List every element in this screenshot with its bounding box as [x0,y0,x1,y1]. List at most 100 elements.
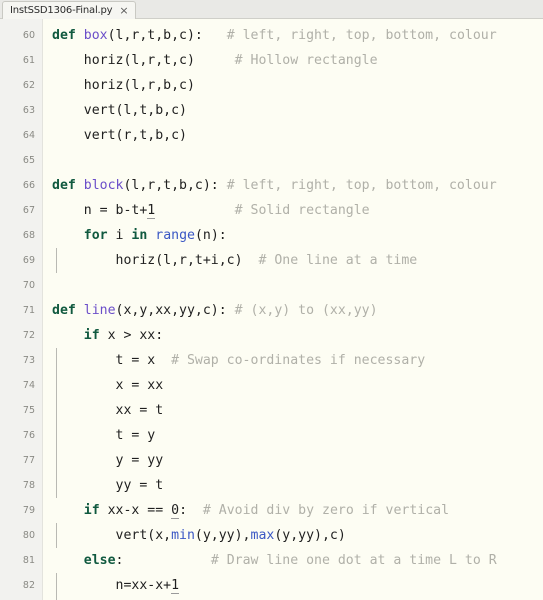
code-token-pl: (l,r,t,b,c): [123,178,219,193]
code-token-pl: y = yy [52,453,164,468]
code-editor-window: InstSSD1306-Final.py × 60 61 62 63 64 65 66 67 6… [0,0,543,600]
code-token-pl: : [179,503,188,518]
code-line[interactable]: horiz(l,r,t+i,c) # One line at a time [52,248,543,273]
line-number: 82 [22,580,35,591]
code-token-cm: # Hollow rectangle [194,53,378,68]
code-token-cm: # left, right, top, bottom, colour [218,178,497,193]
line-number: 76 [22,430,35,441]
code-token-pl: vert(r,t,b,c) [52,128,187,143]
code-token-bi: range [155,228,195,243]
line-number: 66 [22,180,35,191]
editor-tab-active[interactable]: InstSSD1306-Final.py × [2,1,136,19]
code-token-cm: # left, right, top, bottom, colour [202,28,497,43]
code-line[interactable]: def box(l,r,t,b,c): # left, right, top, … [52,23,543,48]
code-line[interactable]: for i in range(n): [52,223,543,248]
indent-guide [56,398,57,423]
line-number: 60 [22,30,35,41]
line-number: 78 [22,480,35,491]
indent-guide [56,373,57,398]
code-line[interactable]: def block(l,r,t,b,c): # left, right, top… [52,173,543,198]
code-token-kw: if [83,328,100,343]
code-line[interactable]: t = x # Swap co-ordinates if necessary [52,348,543,373]
code-token-pl: (y,yy),c) [274,528,346,543]
code-line[interactable]: if x > xx: [52,323,543,348]
line-number: 73 [22,355,35,366]
line-number: 69 [22,255,35,266]
code-line[interactable]: yy = t [52,473,543,498]
code-token-kw: def [52,28,84,43]
code-content[interactable]: def box(l,r,t,b,c): # left, right, top, … [43,19,543,600]
code-token-pl: yy = t [52,478,164,493]
code-line[interactable]: else: # Draw line one dot at a time L to… [52,548,543,573]
line-number: 63 [22,105,35,116]
code-line[interactable]: vert(r,t,b,c) [52,123,543,148]
code-line[interactable]: n = b-t+1 # Solid rectangle [52,198,543,223]
indent-guide [56,423,57,448]
indent-guide [56,473,57,498]
code-token-num: 1 [171,578,180,594]
code-editor-area[interactable]: 60 61 62 63 64 65 66 67 68 69 70 71 72 73 74 75 76 77 78 79… [0,19,543,600]
code-line[interactable]: if xx-x == 0: # Avoid div by zero if ver… [52,498,543,523]
code-token-pl: n=xx-x+ [52,578,172,593]
code-token-num: 0 [171,503,180,519]
code-token-pl: (n): [194,228,227,243]
code-token-fn: block [83,178,124,193]
code-line[interactable]: n=xx-x+1 [52,573,543,598]
code-token-cm: # Solid rectangle [155,203,370,218]
code-token-pl: (l,r,t,b,c): [107,28,203,43]
code-token-kw: for [83,228,108,243]
code-token-cm: # One line at a time [242,253,418,268]
code-token-pl: xx = t [52,403,164,418]
indent-guide [56,573,57,598]
line-number: 67 [22,205,35,216]
indent-guide [56,248,57,273]
line-number: 61 [22,55,35,66]
code-token-kw: else [83,553,116,568]
code-line[interactable]: vert(l,t,b,c) [52,98,543,123]
code-token-kw: def [52,178,84,193]
code-line[interactable]: y = yy [52,448,543,473]
code-token-pl: (y,yy), [194,528,251,543]
code-line[interactable]: vert(x,min(y,yy),max(y,yy),c) [52,523,543,548]
code-token-pl: horiz(l,r,t+i,c) [52,253,243,268]
code-line[interactable]: horiz(l,r,t,c) # Hollow rectangle [52,48,543,73]
line-number: 64 [22,130,35,141]
line-number-gutter: 60 61 62 63 64 65 66 67 68 69 70 71 72 73 74 75 76 77 78 79… [0,19,43,600]
code-line[interactable]: x = xx [52,373,543,398]
code-token-bi: min [171,528,195,543]
code-token-fn: box [83,28,108,43]
code-token-cm: # Avoid div by zero if vertical [187,503,450,518]
line-number: 74 [22,380,35,391]
code-token-fn: line [83,303,116,318]
code-token-pl: horiz(l,r,t,c) [52,53,195,68]
code-token-pl: i [107,228,132,243]
line-number: 70 [22,280,35,291]
code-token-pl: xx-x == [99,503,172,518]
code-token-cm: # (x,y) to (xx,yy) [226,303,378,318]
line-number: 72 [22,330,35,341]
line-number: 77 [22,455,35,466]
code-token-kw: def [52,303,84,318]
code-token-pl: horiz(l,r,b,c) [52,78,195,93]
code-line[interactable]: horiz(l,r,b,c) [52,73,543,98]
indent-guide [56,348,57,373]
code-token-pl: vert(x, [52,528,172,543]
line-number: 62 [22,80,35,91]
editor-tab-bar: InstSSD1306-Final.py × [0,0,543,19]
indent-guide [56,523,57,548]
code-token-pl: t = y [52,428,156,443]
code-token-pl: x > xx: [99,328,164,343]
close-icon[interactable]: × [118,5,129,16]
code-line[interactable]: xx = t [52,398,543,423]
code-token-pl: (x,y,xx,yy,c): [115,303,227,318]
code-line[interactable]: def line(x,y,xx,yy,c): # (x,y) to (xx,yy… [52,298,543,323]
code-token-pl: vert(l,t,b,c) [52,103,187,118]
line-number: 79 [22,505,35,516]
code-token-pl: n = b-t+ [52,203,148,218]
code-line[interactable] [52,273,543,298]
code-line[interactable] [52,148,543,173]
code-line[interactable]: t = y [52,423,543,448]
